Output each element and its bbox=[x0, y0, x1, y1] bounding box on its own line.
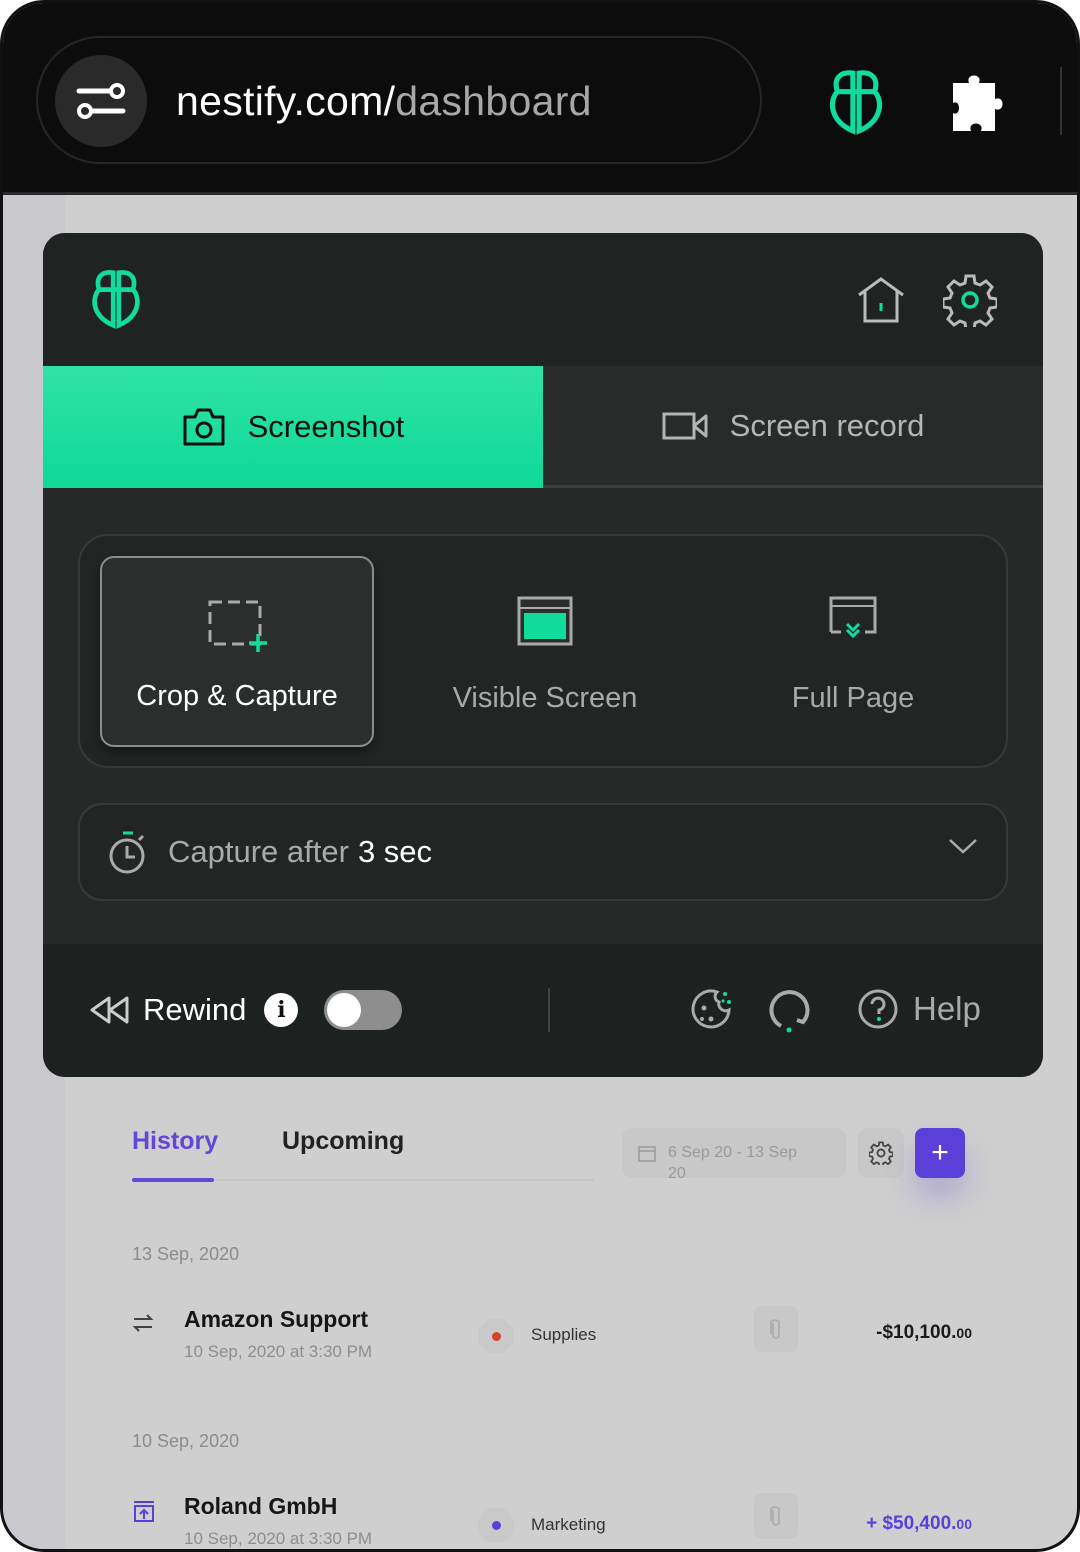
tab-screenshot[interactable]: Screenshot bbox=[43, 366, 543, 488]
address-bar[interactable]: nestify.com/dashboard bbox=[36, 36, 762, 164]
option-full-page[interactable]: Full Page bbox=[716, 556, 990, 747]
tab-screen-record[interactable]: Screen record bbox=[543, 366, 1043, 488]
help-icon bbox=[858, 989, 898, 1029]
chevron-down-icon bbox=[949, 839, 977, 854]
amount: -$10,100.00 bbox=[876, 1322, 972, 1343]
category-dot bbox=[478, 1507, 514, 1543]
settings-gear-icon[interactable] bbox=[943, 273, 997, 327]
rewind-icon bbox=[90, 996, 129, 1024]
filter-settings-button[interactable] bbox=[858, 1128, 904, 1178]
transfer-icon bbox=[132, 1314, 154, 1332]
date-group-header: 13 Sep, 2020 bbox=[132, 1244, 240, 1264]
footer-divider bbox=[548, 988, 550, 1032]
paperclip-icon bbox=[770, 1319, 780, 1339]
transaction-row[interactable]: Amazon Support 10 Sep, 2020 at 3:30 PM S… bbox=[132, 1306, 972, 1376]
url-text[interactable]: nestify.com/dashboard bbox=[176, 78, 592, 125]
tab-upcoming[interactable]: Upcoming bbox=[282, 1127, 404, 1156]
tab-history[interactable]: History bbox=[132, 1127, 218, 1156]
amount: + $50,400.00 bbox=[866, 1513, 972, 1534]
popup-footer: Rewind i Help bbox=[43, 944, 1043, 1077]
nestify-logo bbox=[92, 270, 140, 329]
capture-delay-dropdown[interactable]: Capture after 3 sec bbox=[78, 803, 1008, 901]
camera-icon bbox=[183, 408, 225, 446]
rewind-control: Rewind i bbox=[89, 990, 403, 1030]
paperclip-icon bbox=[770, 1506, 780, 1526]
sliders-icon bbox=[76, 83, 126, 119]
option-visible-screen[interactable]: Visible Screen bbox=[408, 556, 682, 747]
scroll-page-icon bbox=[829, 596, 877, 639]
site-settings-button[interactable] bbox=[55, 55, 147, 147]
popup-header bbox=[43, 233, 1043, 366]
option-crop-capture[interactable]: Crop & Capture bbox=[100, 556, 374, 747]
extension-popup: Screenshot Screen record Crop & Capture … bbox=[43, 233, 1043, 1077]
window-icon bbox=[517, 596, 573, 646]
refresh-icon[interactable] bbox=[767, 988, 813, 1034]
gear-icon bbox=[869, 1141, 893, 1165]
active-tab-indicator bbox=[132, 1178, 214, 1182]
category-dot bbox=[478, 1318, 514, 1354]
nestify-extension-icon[interactable] bbox=[823, 69, 889, 135]
device-frame: nestify.com/dashboard Screenshot Screen … bbox=[0, 0, 1080, 1552]
cookie-icon[interactable] bbox=[689, 988, 733, 1032]
toolbar-divider bbox=[1060, 67, 1062, 135]
puzzle-extension-icon[interactable] bbox=[949, 69, 1017, 135]
attachment-button[interactable] bbox=[754, 1306, 798, 1352]
date-range-picker[interactable]: 6 Sep 20 - 13 Sep 20 bbox=[622, 1128, 846, 1182]
store-icon bbox=[134, 1501, 154, 1522]
home-icon[interactable] bbox=[855, 275, 907, 325]
date-group-header: 10 Sep, 2020 bbox=[132, 1431, 240, 1451]
calendar-icon bbox=[638, 1146, 656, 1162]
transaction-row[interactable]: Roland GmbH 10 Sep, 2020 at 3:30 PM Mark… bbox=[132, 1493, 972, 1549]
tab-divider bbox=[214, 1179, 594, 1181]
help-button[interactable]: Help bbox=[857, 988, 981, 1030]
add-transaction-button[interactable]: + bbox=[915, 1128, 965, 1178]
browser-toolbar: nestify.com/dashboard bbox=[3, 3, 1077, 195]
info-icon[interactable]: i bbox=[264, 993, 299, 1027]
rewind-toggle[interactable] bbox=[324, 990, 403, 1030]
attachment-button[interactable] bbox=[754, 1493, 798, 1539]
timer-icon bbox=[109, 831, 145, 874]
crop-icon bbox=[208, 600, 267, 652]
transactions-page: History Upcoming 6 Sep 20 - 13 Sep 20 + … bbox=[65, 1077, 1077, 1549]
capture-mode-group: Crop & Capture Visible Screen Full Page bbox=[78, 534, 1008, 768]
video-icon bbox=[662, 412, 708, 439]
